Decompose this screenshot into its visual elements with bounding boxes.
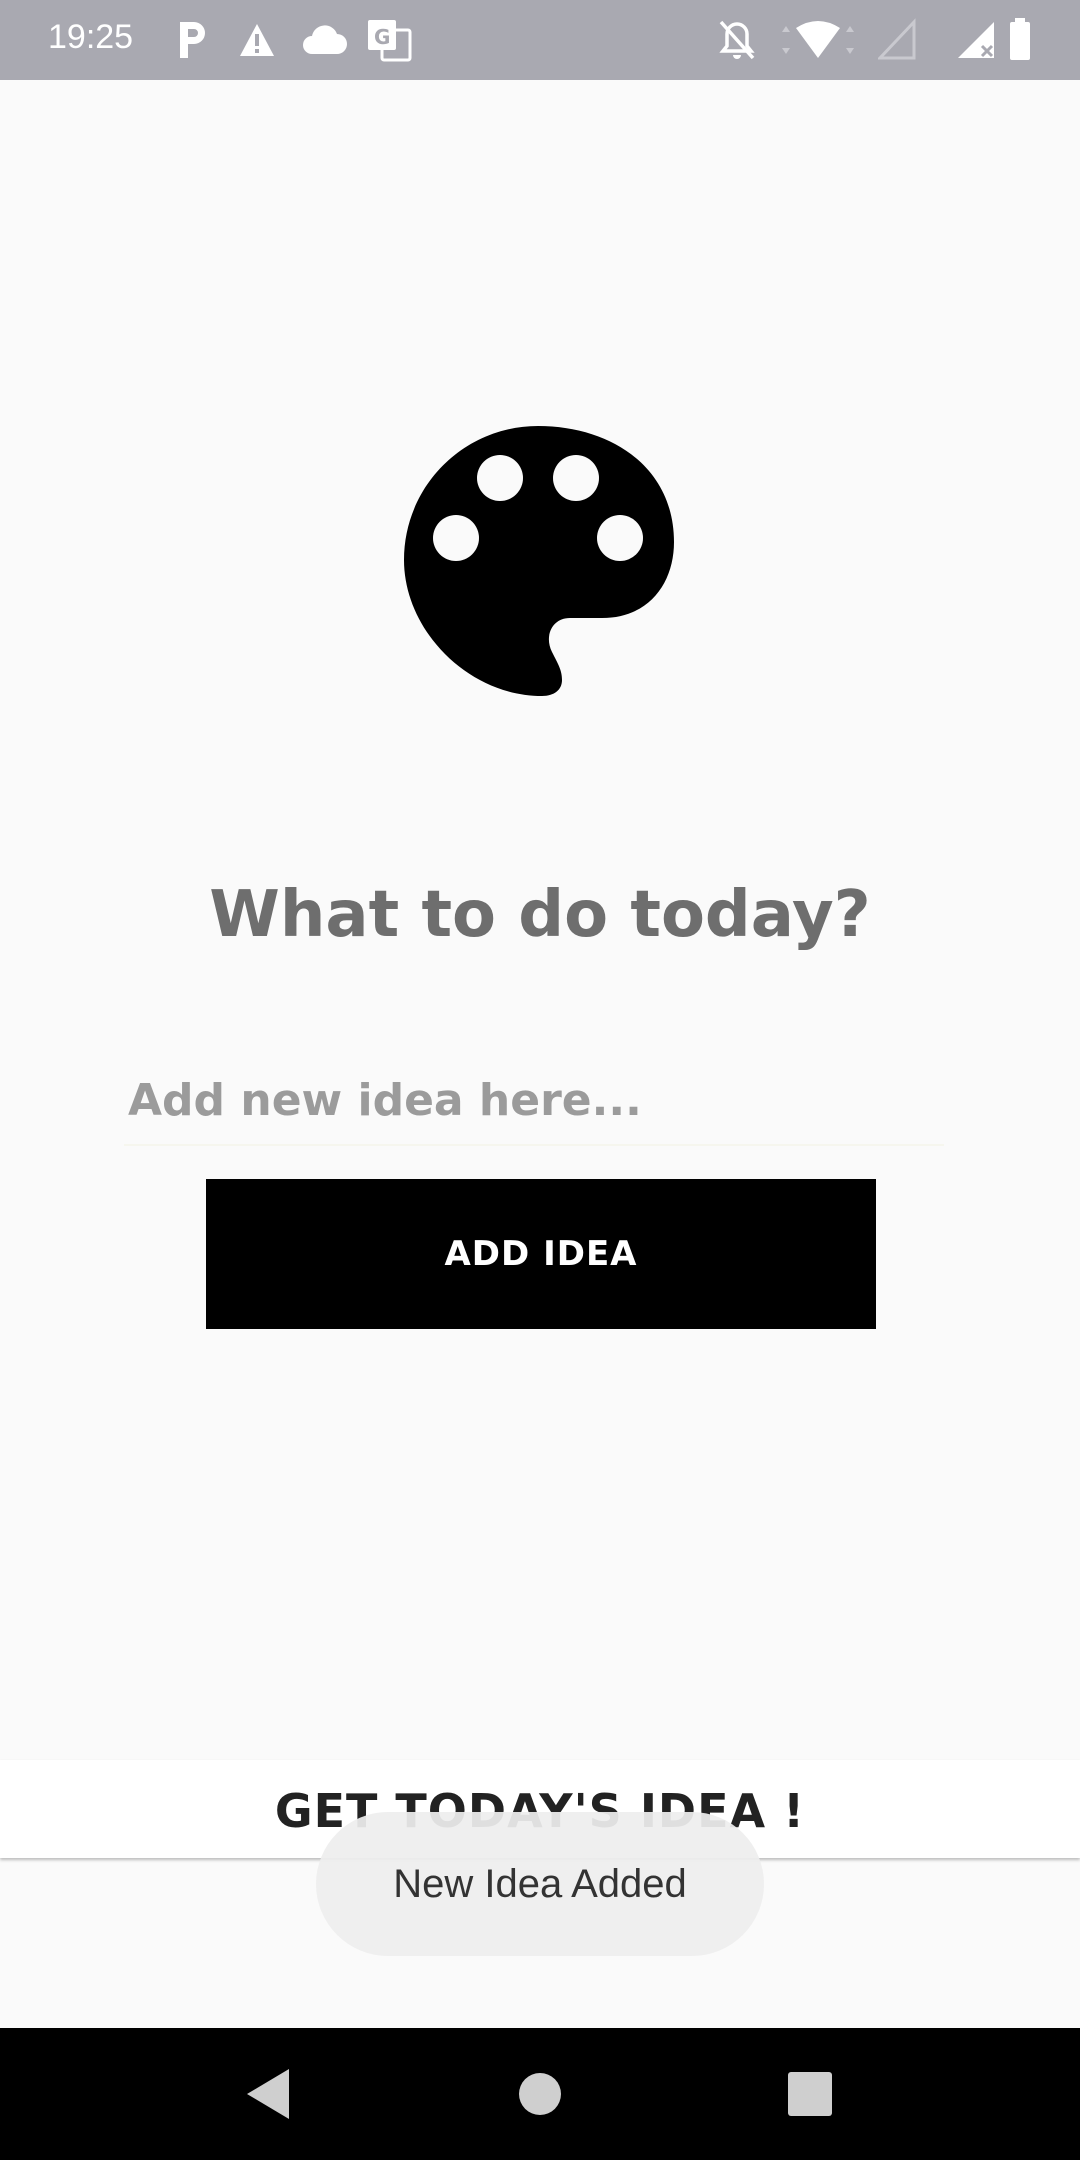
idea-input[interactable] — [124, 1056, 944, 1146]
back-icon — [247, 2069, 289, 2119]
back-button[interactable] — [222, 2048, 314, 2140]
status-bar: 19:25 G — [0, 0, 1080, 80]
recents-icon — [788, 2072, 832, 2116]
parking-icon — [180, 22, 205, 58]
status-time: 19:25 — [48, 18, 134, 56]
svg-text:G: G — [374, 25, 390, 49]
add-idea-button[interactable]: ADD IDEA — [206, 1179, 876, 1329]
warning-icon — [240, 24, 274, 56]
signal-no-sim-icon — [958, 22, 994, 58]
toast-message: New Idea Added — [316, 1812, 764, 1956]
home-icon — [519, 2073, 561, 2115]
signal-empty-icon — [878, 18, 916, 60]
recents-button[interactable] — [764, 2048, 856, 2140]
navigation-bar — [0, 2028, 1080, 2160]
translate-icon: G — [368, 20, 412, 62]
home-button[interactable] — [494, 2048, 586, 2140]
cloud-icon — [303, 25, 347, 54]
palette-icon — [404, 426, 674, 696]
app-screen: 19:25 G What to do today? Add new idea h… — [0, 0, 1080, 2160]
wifi-icon — [782, 21, 854, 58]
notifications-off-icon — [719, 20, 755, 60]
battery-icon — [1010, 18, 1030, 60]
headline: What to do today? — [209, 878, 871, 952]
